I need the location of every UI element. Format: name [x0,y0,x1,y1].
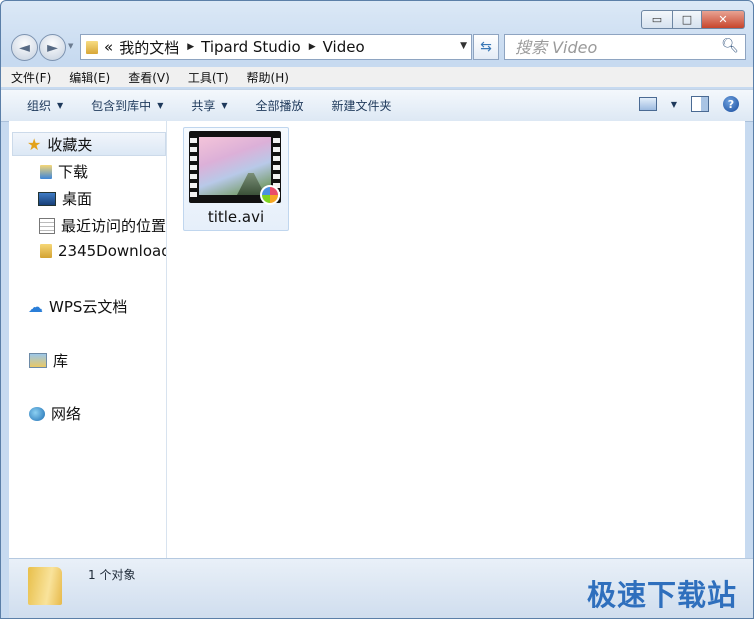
command-bar: 组织 ▼ 包含到库中 ▼ 共享 ▼ 全部播放 新建文件夹 ▼ ? [1,89,753,122]
history-dropdown-icon[interactable]: ▼ [68,42,73,50]
organize-label: 组织 [27,99,52,113]
play-all-button[interactable]: 全部播放 [242,97,318,114]
include-in-library-button[interactable]: 包含到库中 ▼ [77,97,177,114]
search-box[interactable]: 🔍︎ [504,34,746,60]
menu-edit[interactable]: 编辑(E) [59,69,118,86]
folder-icon [86,40,98,54]
menu-help[interactable]: 帮助(H) [237,69,297,86]
menu-bar: 文件(F) 编辑(E) 查看(V) 工具(T) 帮助(H) [1,67,753,87]
item-count: 1 个对象 [88,568,136,582]
cloud-icon: ☁ [28,297,43,316]
sidebar-item-label: 网络 [51,405,82,423]
sidebar-item-network[interactable]: 网络 [29,403,81,424]
address-bar[interactable]: « 我的文档 ▶ Tipard Studio ▶ Video ▼ [80,34,472,60]
details-pane: 1 个对象 极速下载站 [9,558,753,618]
breadcrumb-video[interactable]: Video [323,38,365,56]
desktop-icon [38,191,56,206]
folder-icon [28,567,62,605]
chevron-down-icon: ▼ [221,101,228,110]
chevron-down-icon: ▼ [157,101,164,110]
maximize-button[interactable]: □ [673,10,702,29]
sidebar-item-2345downloads[interactable]: 2345Downloads [40,242,167,260]
back-arrow-icon: ◄ [19,39,30,56]
refresh-button[interactable]: ⇆ [473,34,499,60]
forward-button[interactable]: ► [39,34,66,61]
sidebar-item-label: 2345Downloads [58,242,167,260]
watermark-logo: 极速下载站 [586,578,737,612]
explorer-window: ▭ □ ✕ ◄ ► ▼ « 我的文档 ▶ Tipard Studio ▶ Vid… [0,0,754,619]
view-options-dropdown-icon[interactable]: ▼ [671,100,677,109]
menu-file[interactable]: 文件(F) [1,69,59,86]
folder-icon [40,244,52,258]
download-folder-icon [40,164,52,179]
include-in-library-label: 包含到库中 [91,99,152,113]
sidebar-item-desktop[interactable]: 桌面 [38,188,92,209]
sidebar-item-favorites[interactable]: ★ 收藏夹 [12,132,166,156]
file-name: title.avi [207,208,265,226]
close-button[interactable]: ✕ [702,10,745,29]
change-view-icon[interactable] [638,97,657,111]
breadcrumb-overflow[interactable]: « [104,38,113,56]
address-dropdown-icon[interactable]: ▼ [460,41,467,51]
help-icon[interactable]: ? [723,96,739,112]
library-icon [29,353,47,368]
preview-pane-icon[interactable] [691,96,709,112]
star-icon: ★ [27,134,42,154]
search-input[interactable] [513,36,717,58]
video-frame-image [199,137,271,195]
sidebar-item-label: 最近访问的位置 [61,217,167,235]
breadcrumb-tipard-studio[interactable]: Tipard Studio [201,38,301,56]
media-player-badge-icon [260,185,280,205]
search-icon[interactable]: 🔍︎ [721,38,739,54]
breadcrumb-separator-icon[interactable]: ▶ [187,42,194,52]
view-controls: ▼ ? [638,96,739,112]
file-item[interactable]: title.avi [183,127,289,231]
navigation-pane: ★ 收藏夹 下载 桌面 最近访问的位置 2345Downloads ☁ WPS云… [9,121,167,558]
sidebar-item-label: 下载 [58,163,89,181]
menu-tools[interactable]: 工具(T) [178,69,237,86]
sidebar-item-wps-cloud[interactable]: ☁ WPS云文档 [28,296,127,317]
window-controls: ▭ □ ✕ [641,10,745,29]
network-icon [29,406,45,421]
sidebar-item-recent-places[interactable]: 最近访问的位置 [39,215,166,236]
sidebar-item-label: 桌面 [62,190,93,208]
back-button[interactable]: ◄ [11,34,38,61]
share-label: 共享 [191,99,216,113]
menu-view[interactable]: 查看(V) [118,69,178,86]
sidebar-item-downloads[interactable]: 下载 [40,161,88,182]
minimize-button[interactable]: ▭ [641,10,673,29]
refresh-icon: ⇆ [480,39,492,55]
sidebar-item-libraries[interactable]: 库 [29,350,68,371]
organize-button[interactable]: 组织 ▼ [1,97,77,114]
share-button[interactable]: 共享 ▼ [177,97,241,114]
film-strip-holes [190,134,197,200]
new-folder-button[interactable]: 新建文件夹 [318,97,406,114]
recent-places-icon [39,217,55,234]
breadcrumb-separator-icon[interactable]: ▶ [309,42,316,52]
sidebar-item-label: 收藏夹 [47,135,93,154]
sidebar-item-label: WPS云文档 [49,298,128,316]
breadcrumb-my-documents[interactable]: 我的文档 [119,37,179,58]
forward-arrow-icon: ► [47,39,58,56]
sidebar-item-label: 库 [53,352,69,370]
chevron-down-icon: ▼ [57,101,64,110]
navigation-row: ◄ ► ▼ « 我的文档 ▶ Tipard Studio ▶ Video ▼ ⇆… [1,33,753,61]
file-list: title.avi [167,121,745,558]
